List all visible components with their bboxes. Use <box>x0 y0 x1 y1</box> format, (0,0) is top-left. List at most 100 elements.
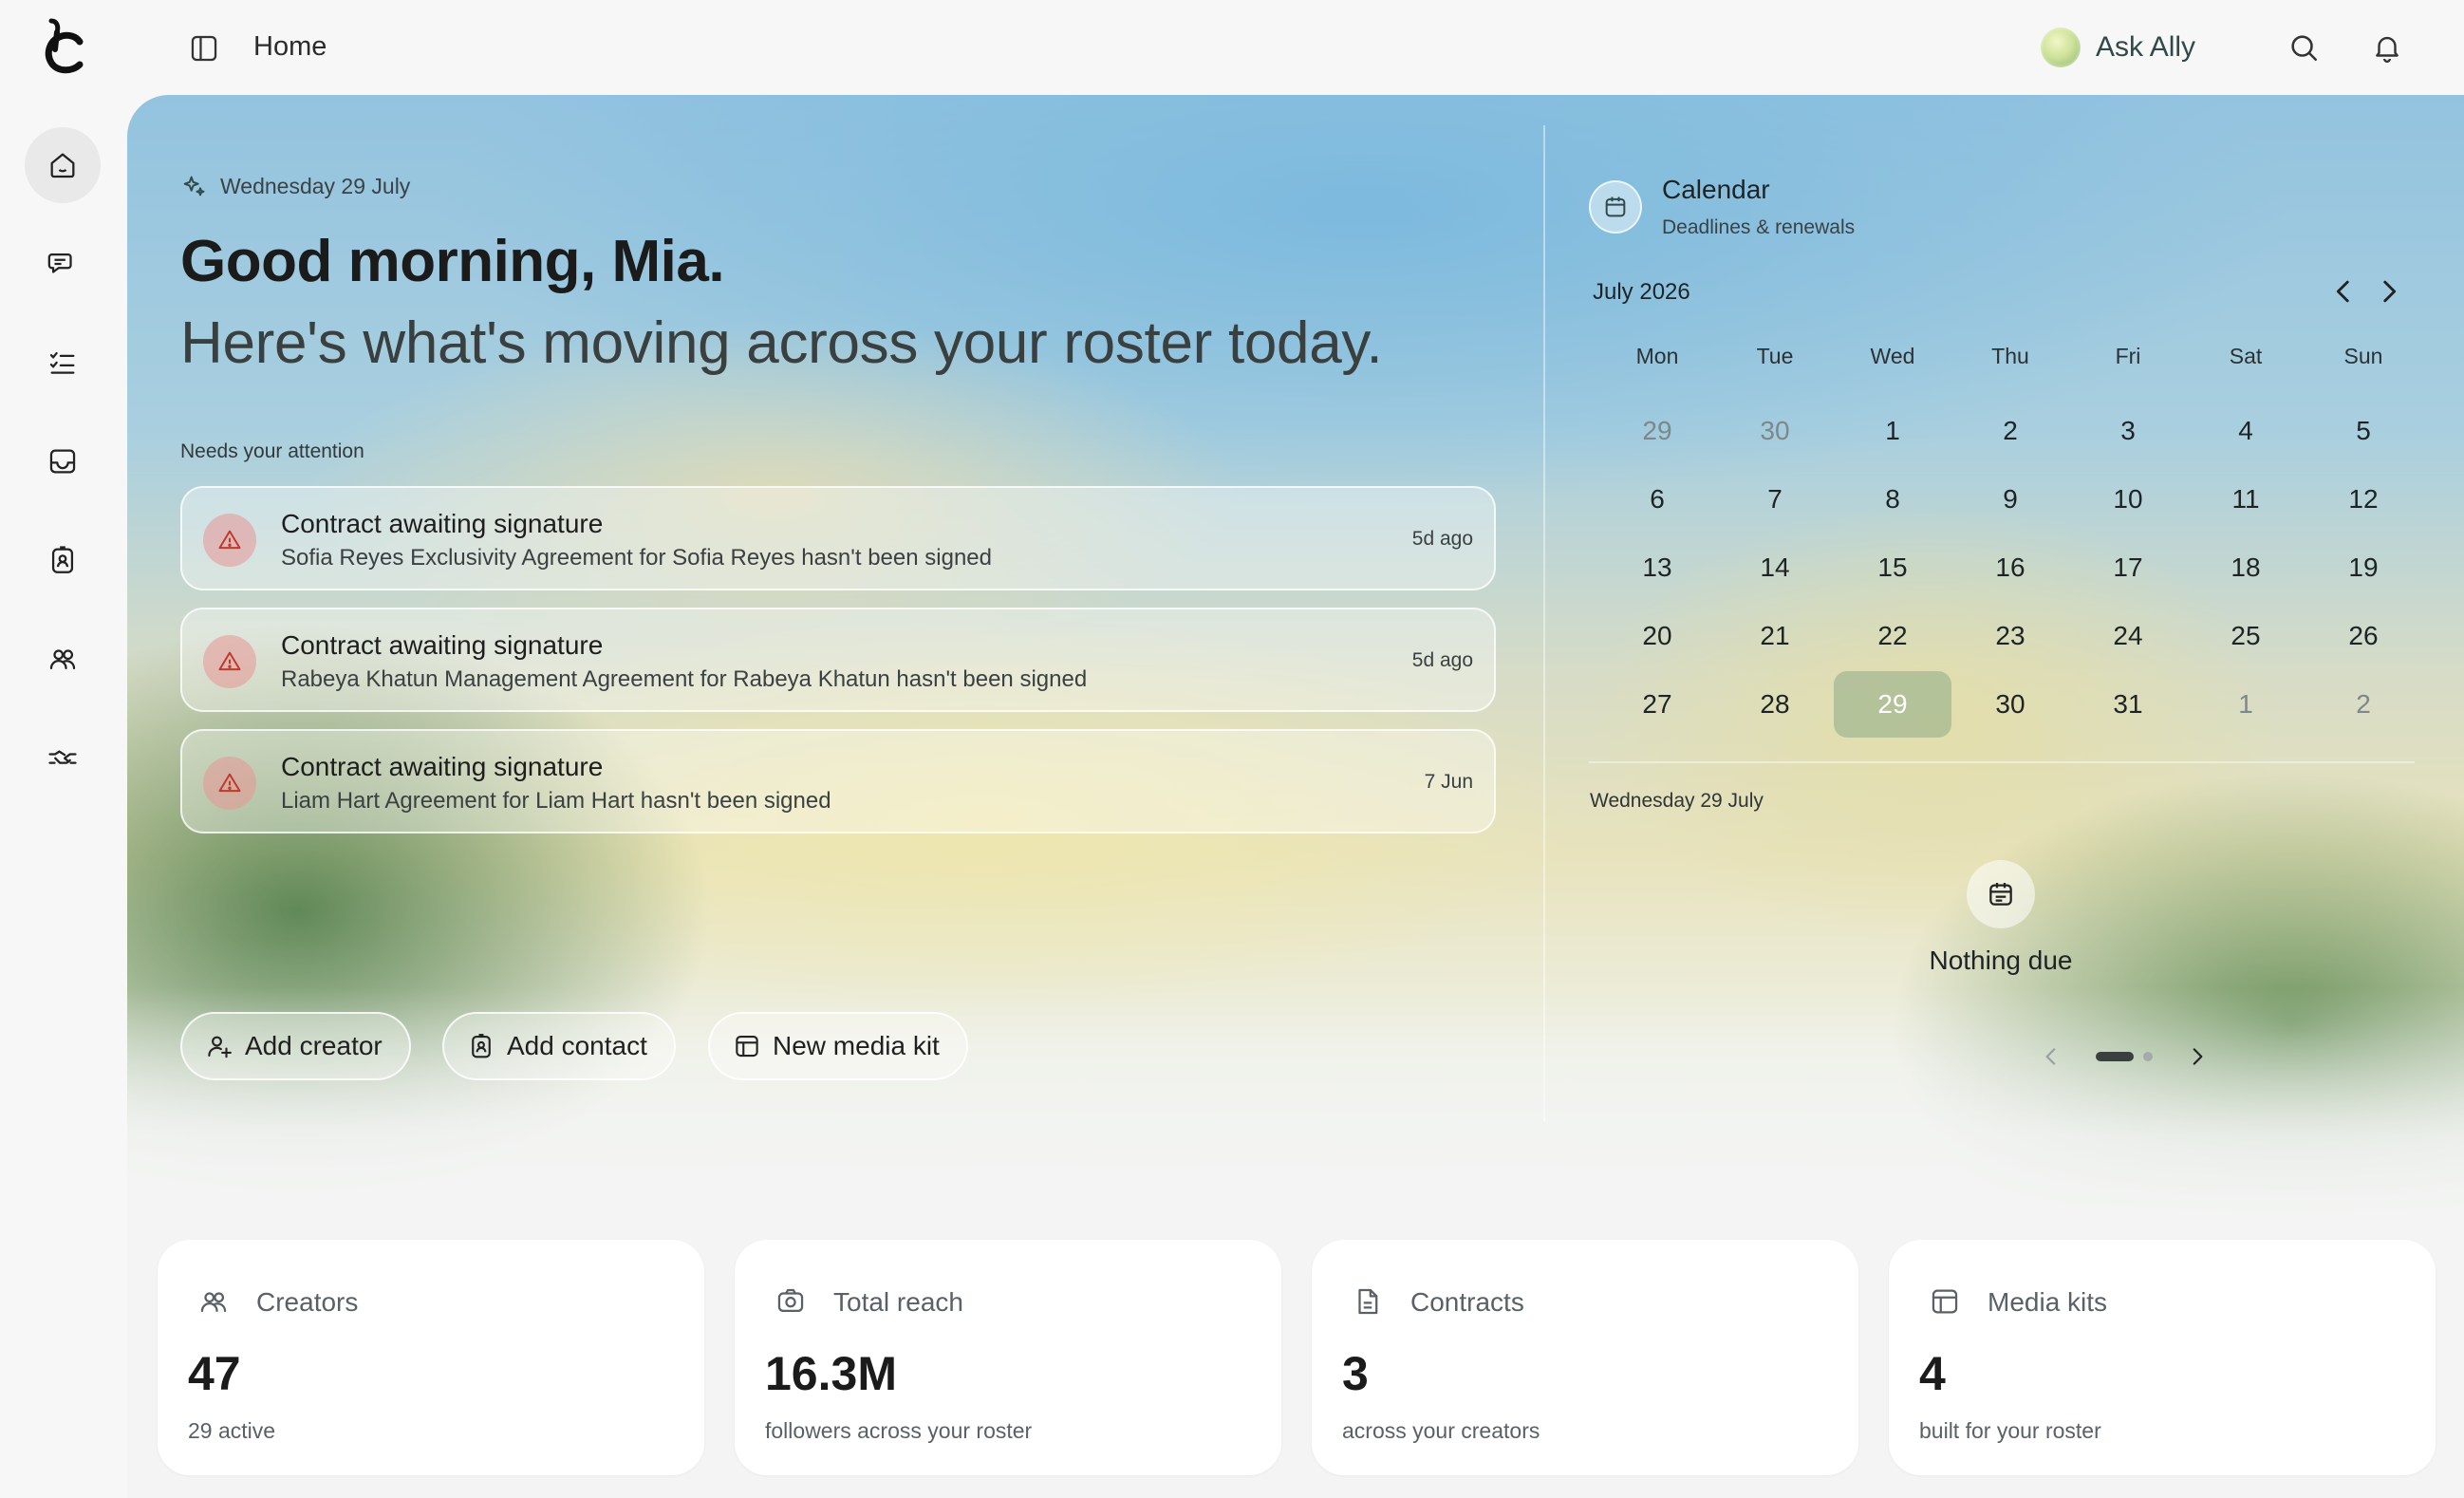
calendar-day[interactable]: 31 <box>2069 671 2187 738</box>
app-logo[interactable] <box>38 17 87 76</box>
calendar-day[interactable]: 23 <box>1951 603 2069 669</box>
calendar-day[interactable]: 27 <box>1598 671 1716 738</box>
calendar-day[interactable]: 29 <box>1598 398 1716 464</box>
add-creator-button[interactable]: Add creator <box>180 1012 411 1080</box>
alert-title: Contract awaiting signature <box>281 630 604 660</box>
empty-state-badge <box>1967 860 2035 928</box>
chevron-right-icon[interactable] <box>2185 1044 2210 1069</box>
calendar-day[interactable]: 3 <box>2069 398 2187 464</box>
stat-card-media-kits[interactable]: Media kits 4 built for your roster <box>1889 1240 2436 1475</box>
add-user-icon <box>208 1036 232 1058</box>
ask-ally-button[interactable]: Ask Ally <box>2041 27 2195 68</box>
calendar-weekday: Sat <box>2229 344 2263 368</box>
calendar-day[interactable]: 21 <box>1716 603 1834 669</box>
calendar-day[interactable]: 7 <box>1716 466 1834 533</box>
calendar-subtitle: Deadlines & renewals <box>1662 216 1856 238</box>
calendar-weekday: Mon <box>1635 344 1679 368</box>
calendar-weekday: Tue <box>1756 344 1794 368</box>
users-icon <box>49 649 76 670</box>
sidebar-item-contacts[interactable] <box>25 522 101 598</box>
calendar-weekday: Sun <box>2343 344 2383 368</box>
calendar-day[interactable]: 19 <box>2305 534 2422 601</box>
calendar-day[interactable]: 16 <box>1951 534 2069 601</box>
layout-icon <box>736 1035 758 1058</box>
sidebar-item-inbox[interactable] <box>25 423 101 499</box>
calendar-day[interactable]: 5 <box>2305 398 2422 464</box>
calendar-day[interactable]: 24 <box>2069 603 2187 669</box>
alert-card[interactable]: Contract awaiting signature Sofia Reyes … <box>180 486 1496 590</box>
chevron-left-icon[interactable] <box>2327 275 2360 308</box>
calendar-day[interactable]: 18 <box>2187 534 2305 601</box>
alert-title: Contract awaiting signature <box>281 509 604 538</box>
home-icon <box>50 153 75 178</box>
sidebar-item-home[interactable] <box>25 127 101 203</box>
chevron-right-icon[interactable] <box>2373 275 2405 308</box>
alert-time: 5d ago <box>1411 649 1473 671</box>
alert-card[interactable]: Contract awaiting signature Rabeya Khatu… <box>180 608 1496 712</box>
new-media-kit-button[interactable]: New media kit <box>708 1012 968 1080</box>
pager-dot[interactable] <box>2143 1052 2153 1061</box>
calendar-day[interactable]: 13 <box>1598 534 1716 601</box>
stat-sub: across your creators <box>1342 1418 1540 1443</box>
calendar-day[interactable]: 4 <box>2187 398 2305 464</box>
ally-orb-icon <box>2041 28 2081 67</box>
page-title: Home <box>253 31 327 62</box>
hero-section: Wednesday 29 July Good morning, Mia. Her… <box>127 95 2464 1215</box>
calendar-icon <box>1605 197 1626 217</box>
calendar-day[interactable]: 12 <box>2305 466 2422 533</box>
today-date: Wednesday 29 July <box>220 173 411 198</box>
contact-card-icon <box>51 546 74 573</box>
search-icon[interactable] <box>2287 31 2320 64</box>
greeting-subline: Here's what's moving across your roster … <box>180 310 1383 376</box>
calendar-day[interactable]: 11 <box>2187 466 2305 533</box>
empty-state-text: Nothing due <box>1929 946 2073 975</box>
add-contact-button[interactable]: Add contact <box>442 1012 676 1080</box>
stat-value: 4 <box>1919 1347 1946 1400</box>
calendar-day[interactable]: 30 <box>1716 398 1834 464</box>
calendar-day[interactable]: 30 <box>1951 671 2069 738</box>
sidebar-toggle-icon[interactable] <box>188 32 220 65</box>
calendar-day[interactable]: 1 <box>2187 671 2305 738</box>
stat-card-creators[interactable]: Creators 47 29 active <box>158 1240 704 1475</box>
calendar-title: Calendar <box>1662 175 1770 204</box>
calendar-day[interactable]: 25 <box>2187 603 2305 669</box>
chevron-left-icon[interactable] <box>2039 1044 2063 1069</box>
calendar-day[interactable]: 22 <box>1834 603 1951 669</box>
calendar-day[interactable]: 10 <box>2069 466 2187 533</box>
main-panel: Wednesday 29 July Good morning, Mia. Her… <box>127 95 2464 1498</box>
ask-ally-label: Ask Ally <box>2096 31 2196 63</box>
stat-sub: built for your roster <box>1919 1418 2101 1443</box>
camera-icon <box>777 1288 804 1313</box>
alert-card[interactable]: Contract awaiting signature Liam Hart Ag… <box>180 729 1496 833</box>
stat-label: Total reach <box>833 1287 963 1317</box>
calendar-day[interactable]: 8 <box>1834 466 1951 533</box>
sidebar-item-creators[interactable] <box>25 621 101 697</box>
sidebar-item-messages[interactable] <box>25 226 101 302</box>
calendar-day[interactable]: 2 <box>2305 671 2422 738</box>
pager-dot-active[interactable] <box>2096 1052 2134 1061</box>
calendar-day[interactable]: 9 <box>1951 466 2069 533</box>
calendar-day[interactable]: 26 <box>2305 603 2422 669</box>
calendar-day[interactable]: 17 <box>2069 534 2187 601</box>
stat-card-total-reach[interactable]: Total reach 16.3M followers across your … <box>735 1240 1281 1475</box>
warning-icon <box>218 530 241 550</box>
stat-sub: followers across your roster <box>765 1418 1033 1443</box>
stat-card-contracts[interactable]: Contracts 3 across your creators <box>1312 1240 1858 1475</box>
calendar-day[interactable]: 14 <box>1716 534 1834 601</box>
bell-icon[interactable] <box>2371 31 2403 64</box>
alert-time: 7 Jun <box>1424 771 1473 793</box>
calendar-day[interactable]: 1 <box>1834 398 1951 464</box>
calendar-day[interactable]: 28 <box>1716 671 1834 738</box>
calendar-day[interactable]: 15 <box>1834 534 1951 601</box>
chat-icon <box>47 253 72 273</box>
alert-badge <box>203 635 256 688</box>
calendar-day-today[interactable]: 29 <box>1834 671 1951 738</box>
calendar-day[interactable]: 20 <box>1598 603 1716 669</box>
calendar-day[interactable]: 6 <box>1598 466 1716 533</box>
sidebar-item-tasks[interactable] <box>25 325 101 401</box>
stat-label: Creators <box>256 1287 359 1317</box>
calendar-day[interactable]: 2 <box>1951 398 2069 464</box>
stat-sub: 29 active <box>188 1418 276 1443</box>
stat-label: Media kits <box>1988 1287 2108 1317</box>
sidebar-item-deals[interactable] <box>25 720 101 796</box>
